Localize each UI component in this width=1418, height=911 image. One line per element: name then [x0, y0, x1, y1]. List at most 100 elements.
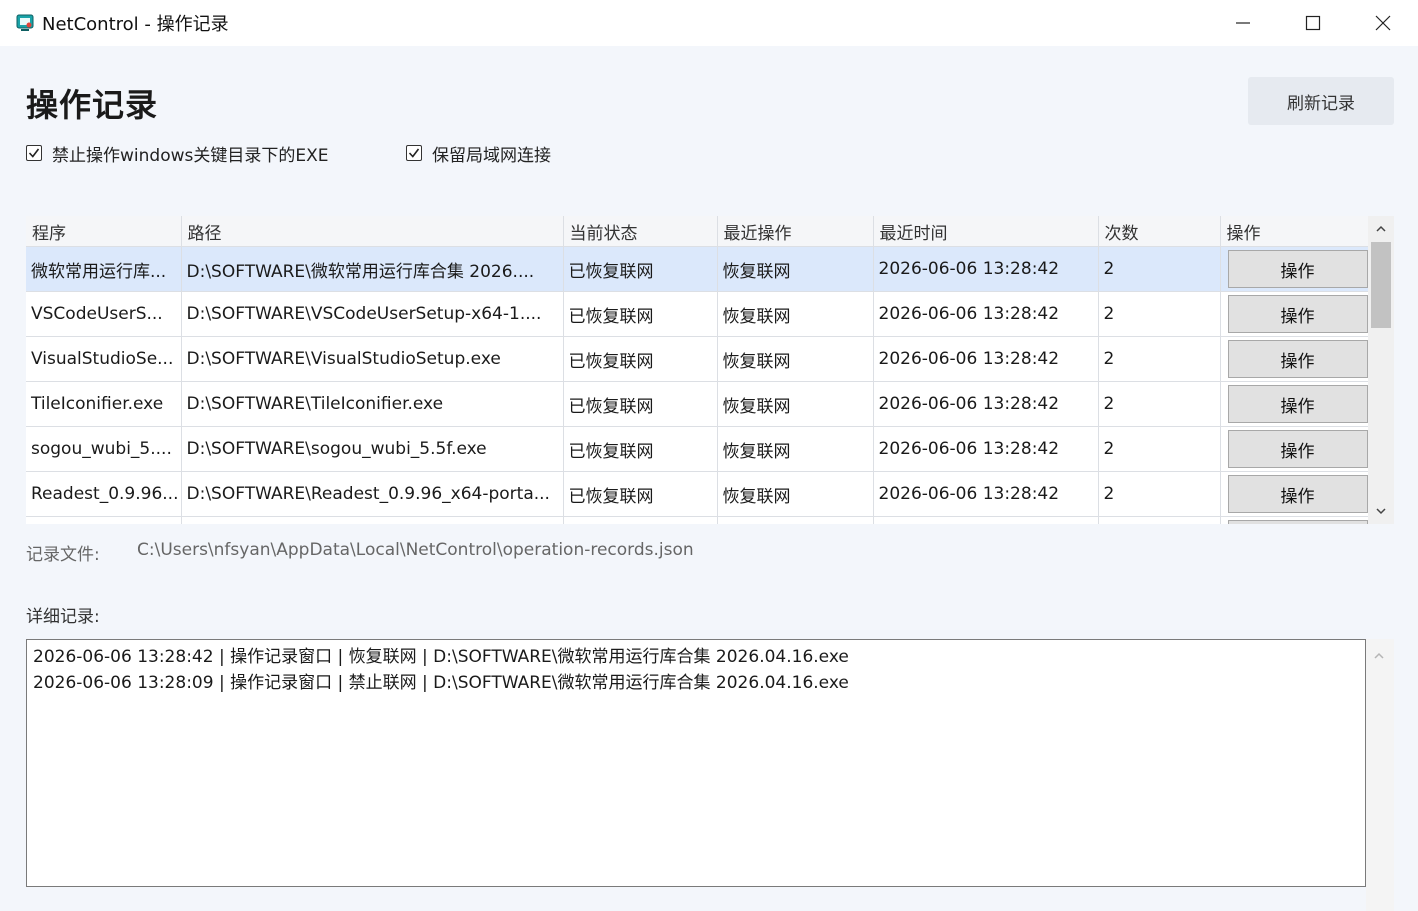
last-time-cell	[873, 516, 1099, 524]
program-cell: 微软常用运行库...	[26, 246, 182, 292]
action-cell: 操作	[1220, 246, 1369, 292]
page-title: 操作记录	[26, 86, 159, 124]
log-line: 2026-06-06 13:28:09 | 操作记录窗口 | 禁止联网 | D:…	[33, 673, 849, 693]
keep-lan-label: 保留局域网连接	[432, 145, 551, 166]
path-cell: D:\SOFTWARE\VSCodeUserSetup-x64-1....	[181, 291, 564, 337]
path-cell: D:\SOFTWARE\sogou_wubi_5.5f.exe	[181, 426, 564, 472]
column-header-count[interactable]: 次数	[1098, 216, 1221, 247]
table-row[interactable]	[26, 516, 1369, 524]
last-time-cell: 2026-06-06 13:28:42	[873, 246, 1099, 292]
program-cell	[26, 516, 182, 524]
program-cell: VisualStudioSe...	[26, 336, 182, 382]
path-cell: D:\SOFTWARE\TileIconifier.exe	[181, 381, 564, 427]
window-controls	[1208, 0, 1418, 46]
last-time-cell: 2026-06-06 13:28:42	[873, 381, 1099, 427]
table-row[interactable]: TileIconifier.exe D:\SOFTWARE\TileIconif…	[26, 381, 1369, 427]
column-header-status[interactable]: 当前状态	[563, 216, 718, 247]
last-action-cell: 恢复联网	[717, 336, 874, 382]
path-cell: D:\SOFTWARE\微软常用运行库合集 2026....	[181, 246, 564, 292]
status-cell: 已恢复联网	[563, 471, 718, 517]
program-cell: sogou_wubi_5....	[26, 426, 182, 472]
count-cell	[1098, 516, 1221, 524]
last-action-cell: 恢复联网	[717, 246, 874, 292]
block-exe-label: 禁止操作windows关键目录下的EXE	[52, 145, 329, 166]
chevron-up-icon	[1376, 225, 1386, 232]
scroll-up-button[interactable]	[1374, 222, 1388, 236]
scroll-down-button[interactable]	[1374, 504, 1388, 518]
last-action-cell: 恢复联网	[717, 381, 874, 427]
scrollbar-thumb[interactable]	[1371, 242, 1391, 328]
last-time-cell: 2026-06-06 13:28:42	[873, 336, 1099, 382]
table-row[interactable]: Readest_0.9.96... D:\SOFTWARE\Readest_0.…	[26, 471, 1369, 517]
action-cell: 操作	[1220, 381, 1369, 427]
last-time-cell: 2026-06-06 13:28:42	[873, 471, 1099, 517]
refresh-records-button[interactable]: 刷新记录	[1248, 77, 1394, 125]
column-header-path[interactable]: 路径	[181, 216, 564, 247]
program-cell: Readest_0.9.96...	[26, 471, 182, 517]
last-time-cell: 2026-06-06 13:28:42	[873, 426, 1099, 472]
app-icon	[16, 14, 34, 31]
table-row[interactable]: sogou_wubi_5.... D:\SOFTWARE\sogou_wubi_…	[26, 426, 1369, 472]
table-row[interactable]: VisualStudioSe... D:\SOFTWARE\VisualStud…	[26, 336, 1369, 382]
path-cell: D:\SOFTWARE\Readest_0.9.96_x64-porta...	[181, 471, 564, 517]
close-icon	[1375, 15, 1391, 31]
last-action-cell: 恢复联网	[717, 426, 874, 472]
count-cell: 2	[1098, 246, 1221, 292]
action-cell: 操作	[1220, 426, 1369, 472]
close-button[interactable]	[1348, 0, 1418, 46]
last-time-cell: 2026-06-06 13:28:42	[873, 291, 1099, 337]
column-header-action[interactable]: 操作	[1220, 216, 1369, 247]
count-cell: 2	[1098, 381, 1221, 427]
row-action-button[interactable]: 操作	[1227, 340, 1367, 378]
checkmark-icon	[28, 148, 40, 158]
status-cell: 已恢复联网	[563, 246, 718, 292]
chevron-down-icon	[1376, 508, 1386, 515]
status-cell: 已恢复联网	[563, 336, 718, 382]
status-cell	[563, 516, 718, 524]
last-action-cell	[717, 516, 874, 524]
row-action-button[interactable]: 操作	[1227, 475, 1367, 513]
action-cell: 操作	[1220, 471, 1369, 517]
row-action-button[interactable]: 操作	[1227, 430, 1367, 468]
log-scrollbar[interactable]	[1366, 639, 1394, 911]
maximize-icon	[1305, 15, 1321, 31]
table-row[interactable]: 微软常用运行库... D:\SOFTWARE\微软常用运行库合集 2026...…	[26, 246, 1369, 292]
status-cell: 已恢复联网	[563, 291, 718, 337]
last-action-cell: 恢复联网	[717, 291, 874, 337]
column-header-last-time[interactable]: 最近时间	[873, 216, 1099, 247]
keep-lan-option[interactable]: 保留局域网连接	[406, 142, 551, 166]
program-cell: TileIconifier.exe	[26, 381, 182, 427]
count-cell: 2	[1098, 336, 1221, 382]
column-header-last-action[interactable]: 最近操作	[717, 216, 874, 247]
path-cell: D:\SOFTWARE\VisualStudioSetup.exe	[181, 336, 564, 382]
detail-records-label: 详细记录:	[26, 607, 100, 627]
row-action-button[interactable]: 操作	[1227, 295, 1367, 333]
row-action-button[interactable]	[1227, 520, 1367, 524]
table-header-row: 程序 路径 当前状态 最近操作 最近时间 次数 操作	[26, 216, 1369, 247]
maximize-button[interactable]	[1278, 0, 1348, 46]
minimize-icon	[1236, 22, 1250, 24]
status-cell: 已恢复联网	[563, 381, 718, 427]
detail-log-textbox[interactable]: 2026-06-06 13:28:42 | 操作记录窗口 | 恢复联网 | D:…	[26, 639, 1366, 887]
record-file-info: 记录文件: C:\Users\nfsyan\AppData\Local\NetC…	[26, 540, 694, 565]
records-table: 程序 路径 当前状态 最近操作 最近时间 次数 操作 微软常用运行库... D:…	[26, 216, 1394, 524]
minimize-button[interactable]	[1208, 0, 1278, 46]
checkmark-icon	[408, 148, 420, 158]
chevron-up-icon	[1374, 652, 1384, 659]
block-exe-option[interactable]: 禁止操作windows关键目录下的EXE	[26, 142, 329, 166]
last-action-cell: 恢复联网	[717, 471, 874, 517]
count-cell: 2	[1098, 471, 1221, 517]
block-exe-checkbox[interactable]	[26, 145, 42, 161]
window-title: NetControl - 操作记录	[42, 14, 229, 35]
row-action-button[interactable]: 操作	[1227, 385, 1367, 423]
table-row[interactable]: VSCodeUserS... D:\SOFTWARE\VSCodeUserSet…	[26, 291, 1369, 337]
action-cell	[1220, 516, 1369, 524]
action-cell: 操作	[1220, 291, 1369, 337]
log-line: 2026-06-06 13:28:42 | 操作记录窗口 | 恢复联网 | D:…	[33, 647, 849, 667]
column-header-program[interactable]: 程序	[26, 216, 182, 247]
row-action-button[interactable]: 操作	[1227, 250, 1367, 288]
keep-lan-checkbox[interactable]	[406, 145, 422, 161]
table-scrollbar[interactable]	[1368, 216, 1394, 524]
log-scroll-up-button[interactable]	[1373, 647, 1385, 666]
record-file-label: 记录文件:	[26, 545, 100, 565]
